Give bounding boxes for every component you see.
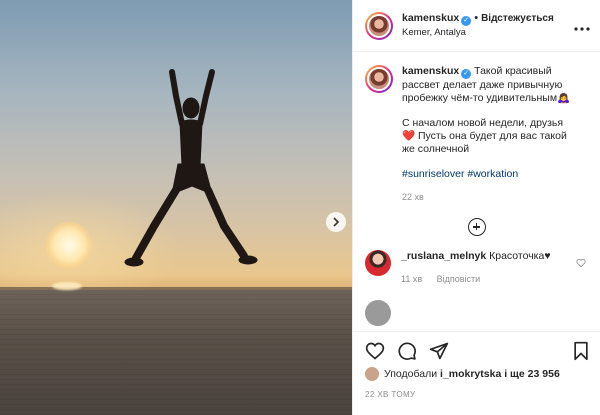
load-more-comments-button[interactable] (365, 218, 588, 236)
likes-count[interactable]: і ще 23 956 (504, 368, 560, 380)
liker-username[interactable]: i_mokrytska (440, 368, 501, 380)
separator-dot: • (474, 12, 479, 24)
post-photo[interactable] (0, 0, 352, 415)
likes-summary: Уподобали i_mokrytska і ще 23 956 (365, 367, 590, 381)
post-header: kamenskux ✓ • Відстежується Kemer, Antalya (353, 0, 600, 52)
plus-circle-icon (467, 218, 486, 236)
instagram-post: kamenskux ✓ • Відстежується Kemer, Antalya … (0, 0, 600, 415)
comment-icon[interactable] (397, 341, 417, 361)
follow-status-button[interactable]: Відстежується (481, 13, 554, 24)
caption: kamenskux ✓ Такой красивый рассвет делает… (365, 65, 588, 204)
likes-prefix: Уподобали (384, 368, 438, 380)
commenter-avatar[interactable] (365, 300, 391, 326)
comment-item-partial (365, 300, 588, 326)
caption-text-2: С началом новой недели, друзья ❤️ Пусть … (402, 117, 567, 155)
post-location[interactable]: Kemer, Antalya (402, 26, 554, 39)
comments-section: kamenskux ✓ Такой красивый рассвет делает… (353, 53, 600, 331)
next-photo-button[interactable] (326, 212, 346, 232)
comment-text: Красоточка♥ (489, 250, 551, 262)
comment-item: _ruslana_melnyk Красоточка♥ 11 хв Відпов… (365, 250, 588, 286)
reply-button[interactable]: Відповісти (437, 274, 481, 284)
post-timestamp[interactable]: 22 ХВ ТОМУ (365, 390, 590, 399)
verified-icon: ✓ (461, 16, 472, 26)
caption-username[interactable]: kamenskux (402, 65, 459, 77)
verified-icon: ✓ (461, 69, 472, 79)
hashtag-link[interactable]: #workation (467, 168, 518, 180)
post-actions: Уподобали i_mokrytska і ще 23 956 22 ХВ … (353, 331, 600, 399)
more-dots-icon (574, 26, 590, 31)
bookmark-icon[interactable] (572, 341, 590, 361)
comment-time: 11 хв (401, 274, 423, 284)
caption-time: 22 хв (402, 192, 424, 202)
more-options-button[interactable] (574, 18, 590, 34)
post-side-panel: kamenskux ✓ • Відстежується Kemer, Antalya … (352, 0, 600, 415)
liker-avatar[interactable] (365, 367, 379, 381)
like-comment-heart-icon[interactable] (576, 258, 586, 268)
heart-icon[interactable] (365, 341, 385, 361)
sun-reflection (52, 282, 82, 290)
commenter-username[interactable]: _ruslana_melnyk (401, 250, 486, 262)
author-avatar[interactable] (365, 11, 393, 40)
share-icon[interactable] (429, 341, 449, 361)
chevron-right-icon (333, 217, 340, 227)
hashtag-link[interactable]: #sunriselover (402, 168, 464, 180)
jumping-person (124, 69, 258, 267)
commenter-avatar[interactable] (365, 250, 391, 276)
caption-avatar[interactable] (365, 65, 393, 93)
sun (46, 222, 92, 268)
author-username[interactable]: kamenskux (402, 12, 459, 24)
